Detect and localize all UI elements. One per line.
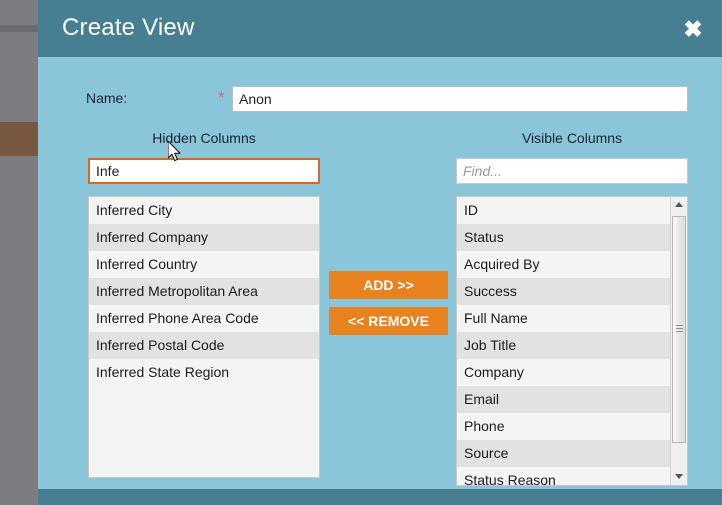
hidden-columns-search-input[interactable] [88, 158, 320, 184]
visible-column-list-item[interactable]: Job Title [457, 332, 687, 359]
backdrop-highlight-block [0, 122, 38, 156]
visible-columns-heading: Visible Columns [456, 130, 688, 146]
caret-down-icon[interactable] [671, 468, 687, 485]
backdrop-strip-bottom [0, 156, 38, 489]
visible-columns-list[interactable]: IDStatusAcquired BySuccessFull NameJob T… [456, 196, 688, 486]
backdrop-strip-divider [0, 25, 38, 32]
visible-column-list-item[interactable]: ID [457, 197, 687, 224]
hidden-columns-list-body: Inferred CityInferred CompanyInferred Co… [89, 197, 319, 477]
name-input[interactable] [232, 86, 688, 112]
caret-up-icon[interactable] [671, 197, 687, 214]
hidden-column-list-item[interactable]: Inferred State Region [89, 359, 319, 386]
hidden-column-list-item[interactable]: Inferred Metropolitan Area [89, 278, 319, 305]
visible-columns-list-body: IDStatusAcquired BySuccessFull NameJob T… [457, 197, 687, 485]
hidden-column-list-item[interactable]: Inferred Postal Code [89, 332, 319, 359]
dialog-footer-strip [38, 489, 722, 505]
visible-columns-scrollbar[interactable] [670, 197, 687, 485]
hidden-column-list-item[interactable]: Inferred Country [89, 251, 319, 278]
name-label: Name: [86, 90, 127, 106]
add-button[interactable]: ADD >> [329, 271, 448, 299]
hidden-column-list-item[interactable]: Inferred City [89, 197, 319, 224]
backdrop-strip-top [0, 0, 38, 25]
visible-columns-search-input[interactable] [456, 158, 688, 184]
hidden-columns-list[interactable]: Inferred CityInferred CompanyInferred Co… [88, 196, 320, 478]
dialog-title: Create View [62, 14, 195, 42]
close-icon[interactable]: ✖ [678, 14, 708, 44]
hidden-columns-heading: Hidden Columns [88, 130, 320, 146]
backdrop-strip-middle [0, 32, 38, 122]
visible-column-list-item[interactable]: Company [457, 359, 687, 386]
visible-column-list-item[interactable]: Source [457, 440, 687, 467]
visible-column-list-item[interactable]: Status [457, 224, 687, 251]
backdrop-strip-footer [0, 489, 38, 505]
visible-column-list-item[interactable]: Phone [457, 413, 687, 440]
dialog-header: Create View ✖ [38, 0, 722, 57]
visible-column-list-item[interactable]: Status Reason [457, 467, 687, 485]
visible-column-list-item[interactable]: Email [457, 386, 687, 413]
visible-column-list-item[interactable]: Success [457, 278, 687, 305]
required-asterisk-icon: * [218, 88, 225, 108]
scrollbar-grip-icon [676, 325, 683, 335]
hidden-column-list-item[interactable]: Inferred Company [89, 224, 319, 251]
name-field-row: Name: * [38, 86, 722, 112]
visible-column-list-item[interactable]: Acquired By [457, 251, 687, 278]
visible-column-list-item[interactable]: Full Name [457, 305, 687, 332]
remove-button[interactable]: << REMOVE [329, 307, 448, 335]
create-view-dialog: Create View ✖ Name: * Hidden Columns Vis… [38, 0, 722, 505]
hidden-column-list-item[interactable]: Inferred Phone Area Code [89, 305, 319, 332]
scrollbar-thumb[interactable] [672, 216, 686, 443]
